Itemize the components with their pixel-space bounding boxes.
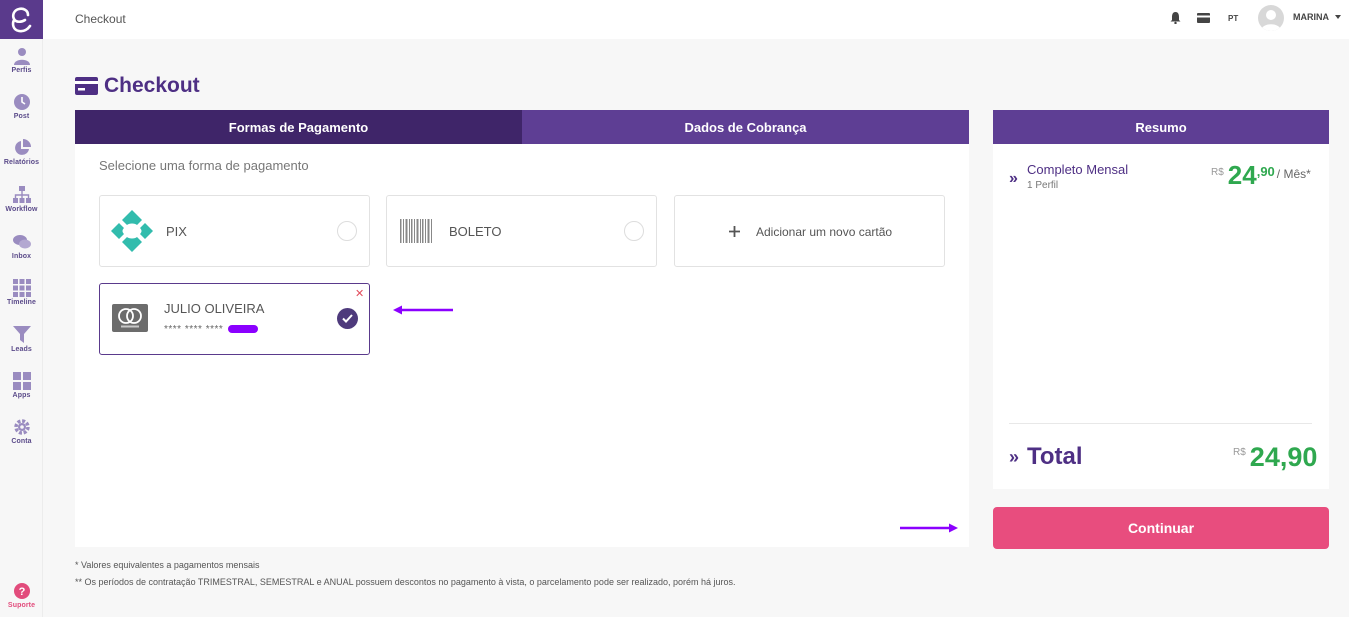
mastercard-icon [112, 304, 148, 332]
sidebar-item-perfis[interactable]: Perfis [0, 47, 43, 74]
help-icon: ? [13, 583, 30, 599]
user-name[interactable]: MARINA [1293, 12, 1329, 22]
sidebar-item-label: Leads [11, 346, 32, 353]
payment-option-boleto[interactable]: BOLETO [386, 195, 657, 267]
sidebar-item-workflow[interactable]: Workflow [0, 186, 43, 213]
card-number-text: **** **** **** [164, 324, 224, 335]
payment-option-label: BOLETO [449, 224, 502, 239]
tab-formas-de-pagamento[interactable]: Formas de Pagamento [75, 110, 522, 144]
sidebar: Perfis Post Relatórios Workflow Inbox Ti… [0, 0, 43, 617]
sidebar-item-label: Post [13, 113, 30, 120]
footnote-periods: ** Os períodos de contratação TRIMESTRAL… [75, 577, 736, 587]
total-value: R$ 24,90 [1233, 443, 1317, 471]
payment-instruction: Selecione uma forma de pagamento [99, 158, 309, 173]
footnote-monthly: * Valores equivalentes a pagamentos mens… [75, 560, 260, 570]
payment-option-pix[interactable]: PIX [99, 195, 370, 267]
clock-icon [13, 94, 30, 110]
pix-icon [111, 210, 153, 252]
sidebar-item-relatorios[interactable]: Relatórios [0, 139, 43, 166]
page-title: Checkout [75, 74, 200, 98]
tab-dados-de-cobranca[interactable]: Dados de Cobrança [522, 110, 969, 144]
price-integer: 24 [1227, 160, 1257, 190]
plan-detail: 1 Perfil [1027, 180, 1059, 191]
continue-button[interactable]: Continuar [993, 507, 1329, 549]
total-label: Total [1027, 443, 1083, 470]
grid-icon [12, 279, 31, 297]
sidebar-item-label: Inbox [11, 253, 32, 260]
barcode-icon [400, 219, 432, 243]
credit-card-icon [75, 77, 98, 95]
radio-pix[interactable] [337, 221, 357, 241]
sidebar-item-apps[interactable]: Apps [0, 372, 43, 399]
remove-card-icon[interactable]: ✕ [355, 287, 364, 300]
avatar-placeholder-icon [1261, 10, 1281, 31]
double-chevron-right-icon: » [1009, 170, 1018, 187]
annotation-arrow-right [900, 523, 958, 533]
card-number-masked: **** **** **** [164, 324, 258, 335]
currency-symbol: R$ [1233, 447, 1246, 458]
filter-icon [12, 326, 31, 343]
chevron-down-icon[interactable] [1335, 15, 1341, 19]
summary-panel: Resumo » Completo Mensal 1 Perfil R$ 24 … [993, 110, 1329, 489]
pie-chart-icon [14, 139, 31, 155]
sidebar-item-suporte[interactable]: ? Suporte [0, 582, 43, 609]
currency-symbol: R$ [1211, 167, 1224, 178]
checkmark-icon [342, 314, 353, 323]
gear-icon [13, 419, 30, 435]
sidebar-item-label: Apps [12, 392, 31, 399]
logo-icon [11, 6, 31, 32]
user-icon [13, 48, 30, 65]
checkout-tabs: Formas de Pagamento Dados de Cobrança [75, 110, 969, 144]
avatar[interactable] [1258, 5, 1284, 31]
card-holder-name: JULIO OLIVEIRA [164, 301, 265, 316]
sidebar-item-label: Relatórios [3, 159, 40, 166]
sidebar-item-label: Conta [11, 438, 32, 445]
page-title-text: Checkout [104, 74, 200, 97]
chat-icon [12, 235, 31, 249]
plan-name: Completo Mensal [1027, 162, 1129, 177]
summary-header: Resumo [993, 110, 1329, 144]
sidebar-item-conta[interactable]: Conta [0, 418, 43, 445]
credit-card-icon[interactable] [1197, 13, 1210, 23]
sidebar-item-label: Workflow [5, 206, 38, 213]
radio-boleto[interactable] [624, 221, 644, 241]
double-chevron-right-icon: » [1009, 447, 1020, 467]
top-bar: Checkout PT MARINA [43, 0, 1349, 39]
sidebar-item-leads[interactable]: Leads [0, 326, 43, 353]
price-cents: ,90 [1256, 164, 1275, 179]
price-period: / Mês* [1276, 167, 1311, 181]
add-new-card-label: Adicionar um novo cartão [756, 225, 893, 239]
saved-card-option[interactable]: JULIO OLIVEIRA **** **** **** ✕ [99, 283, 370, 355]
svg-text:?: ? [18, 586, 25, 598]
sidebar-item-label: Timeline [6, 299, 37, 306]
redaction-mark [227, 325, 258, 334]
language-selector[interactable]: PT [1228, 14, 1238, 23]
apps-icon [12, 372, 31, 390]
sidebar-item-label: Perfis [11, 67, 32, 74]
sidebar-item-inbox[interactable]: Inbox [0, 233, 43, 260]
workflow-icon [12, 186, 31, 203]
bell-icon[interactable] [1170, 12, 1181, 24]
sidebar-item-timeline[interactable]: Timeline [0, 279, 43, 306]
sidebar-item-label: Suporte [7, 602, 36, 609]
plan-price: R$ 24 ,90 / Mês* [1211, 162, 1311, 188]
divider [1009, 423, 1312, 424]
payment-panel: Formas de Pagamento Dados de Cobrança Se… [75, 110, 969, 547]
total-amount: 24,90 [1249, 442, 1318, 472]
app-logo[interactable] [0, 0, 43, 39]
selected-check-icon[interactable] [337, 308, 358, 329]
add-new-card-button[interactable]: Adicionar um novo cartão [674, 195, 945, 267]
breadcrumb: Checkout [75, 12, 126, 26]
payment-option-label: PIX [166, 224, 187, 239]
plus-icon [729, 226, 740, 237]
annotation-arrow-left [393, 305, 453, 315]
sidebar-item-post[interactable]: Post [0, 93, 43, 120]
